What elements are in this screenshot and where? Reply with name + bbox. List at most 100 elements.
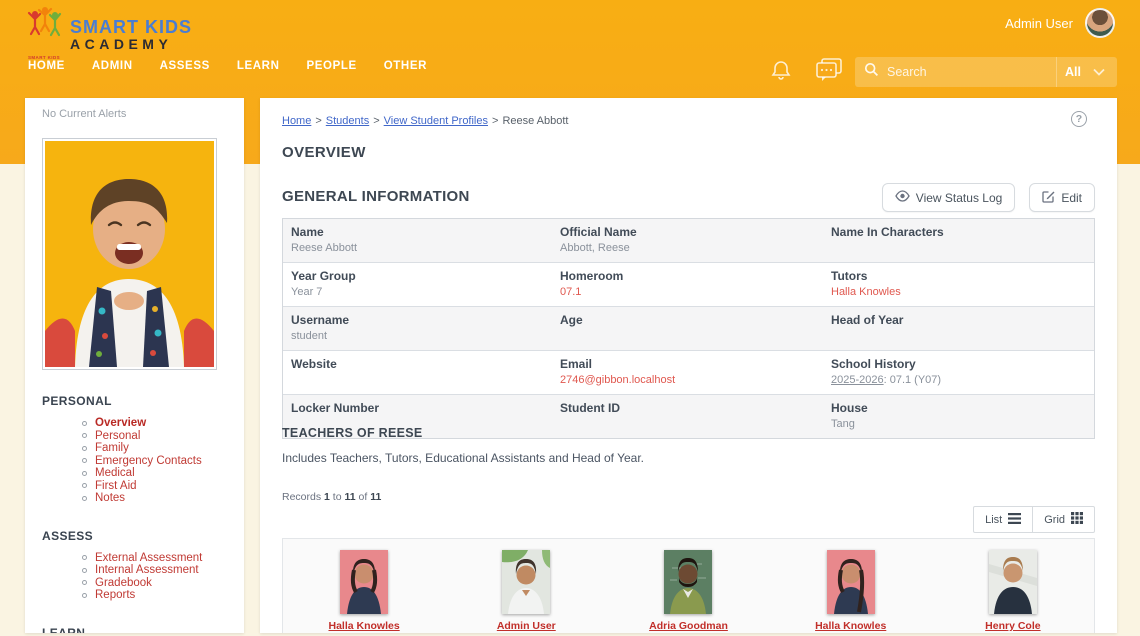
teacher-name-link[interactable]: Halla Knowles xyxy=(815,620,886,632)
table-row: Usernamestudent Age Head of Year xyxy=(283,307,1094,351)
field-label-name-in-characters: Name In Characters xyxy=(831,225,1086,239)
bullet-icon xyxy=(82,471,87,476)
bullet-icon xyxy=(82,555,87,560)
edit-button[interactable]: Edit xyxy=(1029,183,1095,212)
breadcrumb-students[interactable]: Students xyxy=(326,115,369,127)
breadcrumb-home[interactable]: Home xyxy=(282,115,311,127)
nav-item-other[interactable]: OTHER xyxy=(384,60,427,72)
field-value-student-id xyxy=(560,418,815,431)
nav-item-assess[interactable]: ASSESS xyxy=(160,60,210,72)
field-value-year-group: Year 7 xyxy=(291,286,544,299)
sidebar-item-overview[interactable]: Overview xyxy=(25,417,244,430)
main-nav: HOME ADMIN ASSESS LEARN PEOPLE OTHER xyxy=(28,60,427,72)
nav-item-learn[interactable]: LEARN xyxy=(237,60,280,72)
user-area: Admin User xyxy=(1005,8,1115,38)
bullet-icon xyxy=(82,446,87,451)
sidebar-item-emergency-contacts[interactable]: Emergency Contacts xyxy=(25,455,244,468)
teacher-card: Halla Knowles xyxy=(283,539,445,633)
email-link[interactable]: 2746@gibbon.localhost xyxy=(560,374,675,386)
grid-view-button[interactable]: Grid xyxy=(1032,507,1094,532)
field-label-website: Website xyxy=(291,357,544,371)
field-value-name: Reese Abbott xyxy=(291,242,544,255)
brand-logo[interactable]: SMART KIDS SMART KIDS ACADEMY xyxy=(26,5,192,60)
nav-item-home[interactable]: HOME xyxy=(28,60,65,72)
general-information-table: NameReese Abbott Official NameAbbott, Re… xyxy=(282,218,1095,439)
sidebar-item-first-aid[interactable]: First Aid xyxy=(25,480,244,493)
bullet-icon xyxy=(82,458,87,463)
homeroom-link[interactable]: 07.1 xyxy=(560,286,581,298)
teacher-card: Halla Knowles xyxy=(770,539,932,633)
teachers-grid: Halla Knowles Admin User xyxy=(282,538,1095,633)
user-avatar[interactable] xyxy=(1085,8,1115,38)
search-scope-value: All xyxy=(1065,65,1081,79)
sidebar-item-medical[interactable]: Medical xyxy=(25,467,244,480)
breadcrumb-separator: > xyxy=(315,115,321,127)
teacher-photo[interactable] xyxy=(502,550,550,614)
sidebar-item-internal-assessment[interactable]: Internal Assessment xyxy=(25,564,244,577)
page-title: OVERVIEW xyxy=(282,144,366,161)
user-name[interactable]: Admin User xyxy=(1005,16,1073,31)
breadcrumb-view-student-profiles[interactable]: View Student Profiles xyxy=(384,115,488,127)
breadcrumb-current: Reese Abbott xyxy=(502,115,568,127)
table-row: Website Email2746@gibbon.localhost Schoo… xyxy=(283,351,1094,395)
field-label-homeroom: Homeroom xyxy=(560,269,815,283)
grid-icon xyxy=(1071,512,1083,527)
field-label-student-id: Student ID xyxy=(560,401,815,415)
teacher-photo[interactable] xyxy=(340,550,388,614)
teacher-name-link[interactable]: Henry Cole xyxy=(985,620,1040,632)
brand-name-line1: SMART KIDS xyxy=(70,18,192,37)
main-content: Home>Students>View Student Profiles>Rees… xyxy=(260,98,1117,633)
teacher-card: Admin User xyxy=(445,539,607,633)
planner-messages-icon[interactable] xyxy=(814,55,844,85)
field-label-tutors: Tutors xyxy=(831,269,1086,283)
teachers-section-description: Includes Teachers, Tutors, Educational A… xyxy=(282,451,644,465)
list-view-button[interactable]: List xyxy=(974,507,1032,532)
teacher-card: Henry Cole xyxy=(932,539,1094,633)
sidebar-item-external-assessment[interactable]: External Assessment xyxy=(25,552,244,565)
field-value-age xyxy=(560,330,815,343)
header-icons xyxy=(766,55,844,85)
sidebar-item-family[interactable]: Family xyxy=(25,442,244,455)
teacher-name-link[interactable]: Admin User xyxy=(497,620,556,632)
field-label-head-of-year: Head of Year xyxy=(831,313,1086,327)
global-search: All xyxy=(855,57,1117,87)
bullet-icon xyxy=(82,496,87,501)
field-label-locker-number: Locker Number xyxy=(291,401,544,415)
teacher-photo[interactable] xyxy=(989,550,1037,614)
sidebar-personal-list: Overview Personal Family Emergency Conta… xyxy=(25,417,244,505)
teacher-photo[interactable] xyxy=(664,550,712,614)
teacher-name-link[interactable]: Adria Goodman xyxy=(649,620,728,632)
list-icon xyxy=(1008,513,1021,527)
sidebar-section-personal: PERSONAL xyxy=(42,394,244,408)
teacher-name-link[interactable]: Halla Knowles xyxy=(328,620,399,632)
tutor-link[interactable]: Halla Knowles xyxy=(831,286,901,298)
field-label-official-name: Official Name xyxy=(560,225,815,239)
search-input[interactable] xyxy=(887,65,1056,79)
nav-item-admin[interactable]: ADMIN xyxy=(92,60,133,72)
sidebar-section-learn: LEARN xyxy=(42,626,244,634)
nav-item-people[interactable]: PEOPLE xyxy=(307,60,357,72)
teachers-section-title: TEACHERS OF REESE xyxy=(282,426,423,440)
sidebar-item-reports[interactable]: Reports xyxy=(25,589,244,602)
field-value-house: Tang xyxy=(831,418,1086,431)
sidebar-item-personal[interactable]: Personal xyxy=(25,430,244,443)
teacher-card: Adria Goodman xyxy=(607,539,769,633)
school-year-link[interactable]: 2025-2026 xyxy=(831,374,884,386)
field-label-house: House xyxy=(831,401,1086,415)
school-history-detail: : 07.1 (Y07) xyxy=(884,374,941,386)
sidebar: No Current Alerts PERSONAL xyxy=(25,98,244,633)
field-label-age: Age xyxy=(560,313,815,327)
sidebar-item-gradebook[interactable]: Gradebook xyxy=(25,577,244,590)
notifications-bell-icon[interactable] xyxy=(766,55,796,85)
help-icon[interactable]: ? xyxy=(1071,111,1087,127)
teacher-photo[interactable] xyxy=(827,550,875,614)
bullet-icon xyxy=(82,433,87,438)
search-scope-dropdown[interactable]: All xyxy=(1056,57,1117,87)
search-icon xyxy=(864,62,879,82)
sidebar-item-notes[interactable]: Notes xyxy=(25,492,244,505)
field-value-website xyxy=(291,374,544,387)
table-row: Year GroupYear 7 Homeroom07.1 TutorsHall… xyxy=(283,263,1094,307)
field-label-email: Email xyxy=(560,357,815,371)
student-photo xyxy=(42,138,217,370)
view-status-log-button[interactable]: View Status Log xyxy=(882,183,1016,212)
